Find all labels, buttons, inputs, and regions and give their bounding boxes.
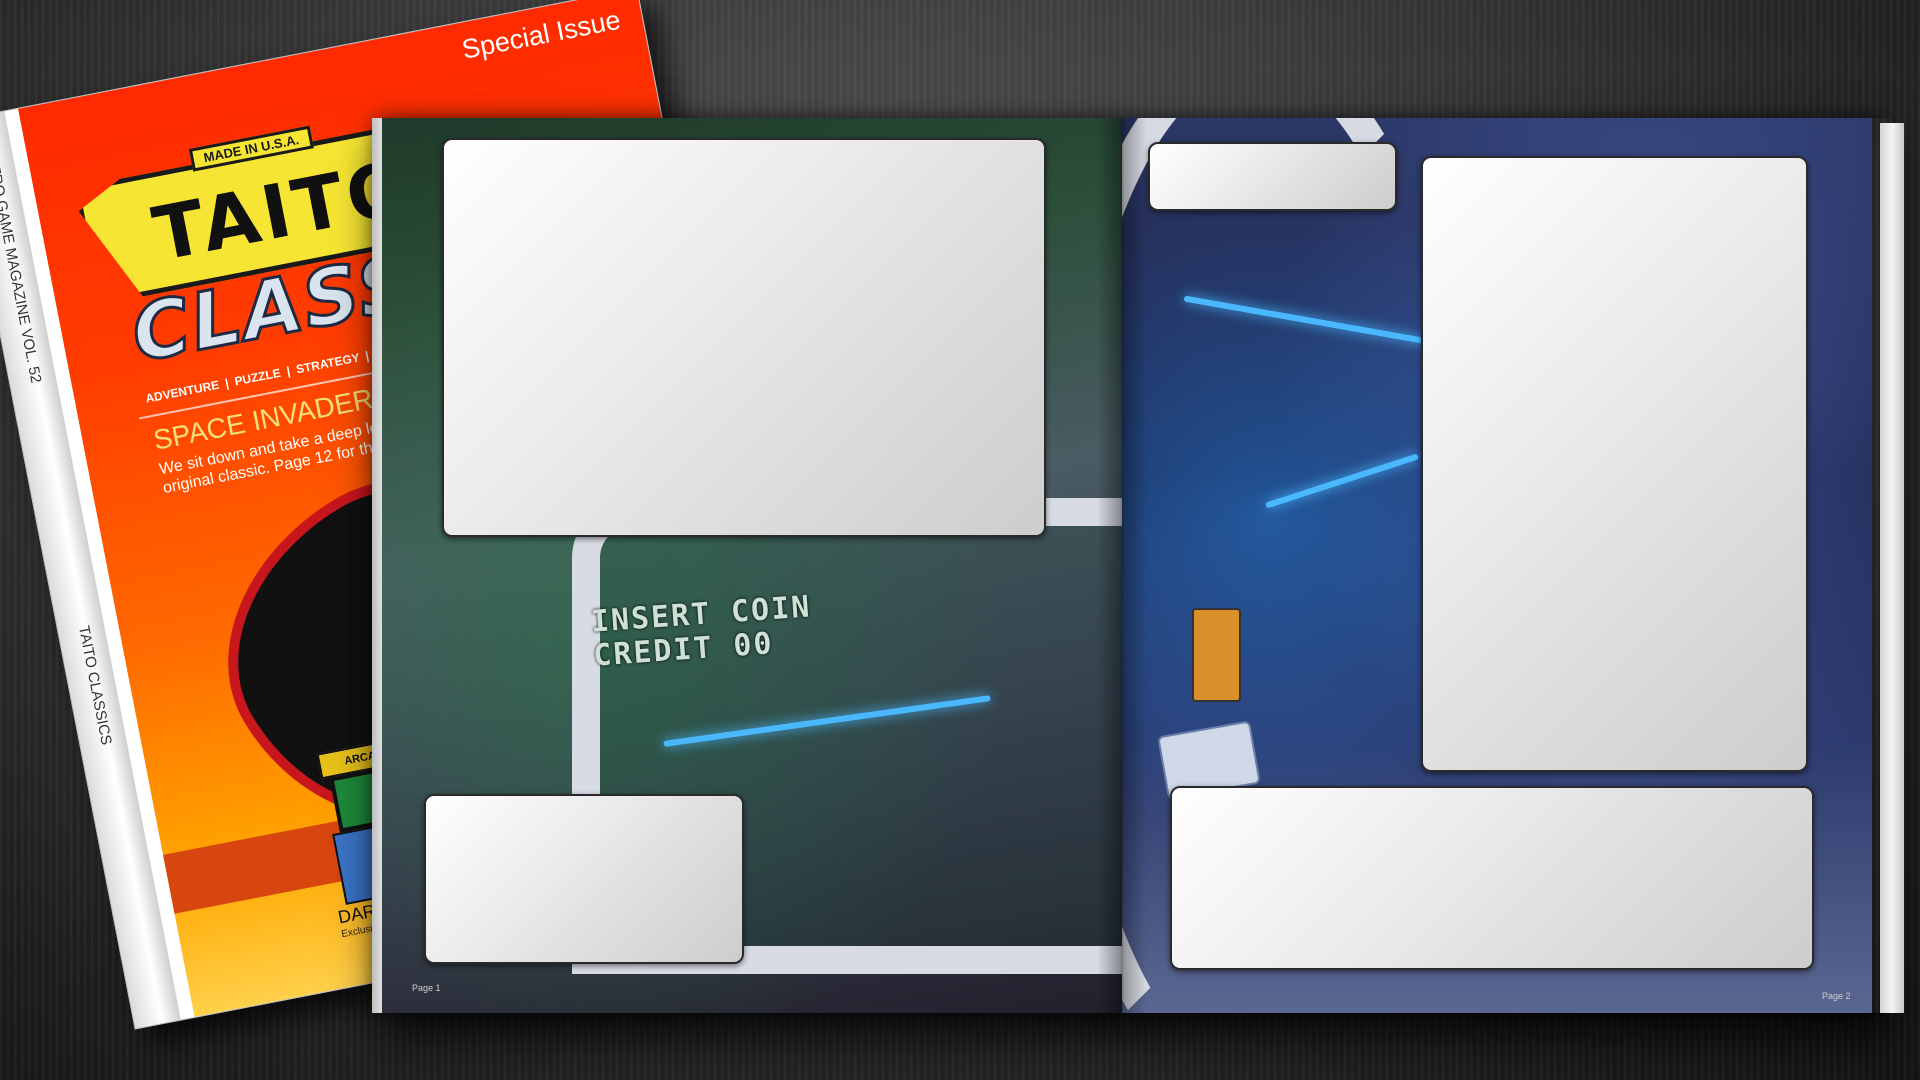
photo-placeholder-large-left[interactable] (442, 138, 1046, 537)
photo-placeholder-tall-right[interactable] (1421, 156, 1808, 772)
photo-placeholder-wide-right[interactable] (1170, 786, 1814, 970)
magazine-gutter (1097, 118, 1147, 1013)
coin-slot (1192, 608, 1241, 702)
page-number-right: Page 2 (1822, 991, 1851, 1001)
photo-placeholder-small-left[interactable] (424, 794, 744, 964)
page-left: INSERT COIN CREDIT 00 Page 1 (382, 118, 1122, 1013)
caption-placeholder-right[interactable] (1148, 142, 1397, 211)
special-issue-label: Special Issue (459, 4, 623, 65)
open-magazine-spread: INSERT COIN CREDIT 00 Page 1 Page 2 (372, 118, 1904, 1013)
page-right: Page 2 (1122, 118, 1872, 1013)
page-edge-right (1880, 123, 1904, 1013)
page-number-left: Page 1 (412, 983, 441, 993)
